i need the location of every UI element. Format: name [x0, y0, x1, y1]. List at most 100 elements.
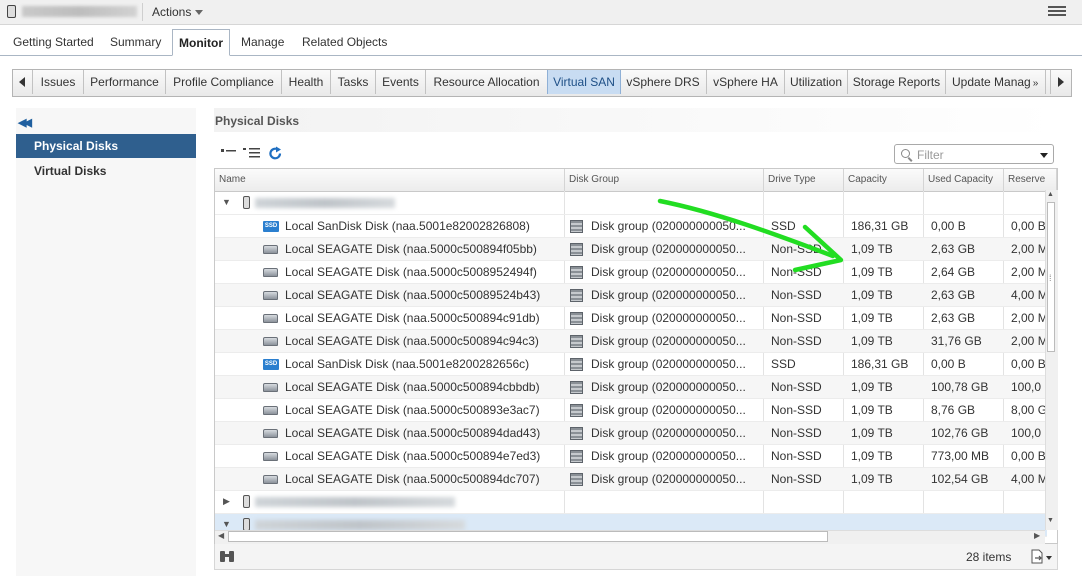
hdd-icon — [263, 406, 278, 415]
tab-virtual-san[interactable]: Virtual SAN — [547, 70, 621, 94]
reserve: 8,00 G — [1011, 403, 1047, 417]
chevron-right-icon — [1058, 77, 1064, 87]
used-capacity: 102,76 GB — [931, 426, 989, 440]
collapse-row-icon[interactable]: ▼ — [222, 519, 231, 529]
used-capacity: 102,54 GB — [931, 472, 989, 486]
table-row[interactable]: Local SEAGATE Disk (naa.5000c500894c91db… — [215, 307, 1047, 330]
disk-name: Local SEAGATE Disk (naa.5000c50089524b43… — [285, 288, 541, 302]
disk-group-icon — [570, 289, 583, 302]
export-icon[interactable] — [1030, 549, 1054, 564]
tab-issues[interactable]: Issues — [33, 70, 84, 94]
horizontal-scrollbar-thumb[interactable] — [228, 531, 828, 542]
reserve: 2,00 M — [1011, 334, 1047, 348]
drive-type: Non-SSD — [771, 380, 822, 394]
tab-tasks[interactable]: Tasks — [331, 70, 376, 94]
reserve: 2,00 M — [1011, 265, 1047, 279]
disk-group: Disk group (020000000050... — [591, 380, 746, 394]
disk-name: Local SanDisk Disk (naa.5001e8200282656c… — [285, 357, 530, 371]
host-group-row[interactable]: ▶ — [215, 491, 1047, 514]
chevron-down-icon[interactable] — [1040, 153, 1048, 158]
scroll-left-button[interactable] — [13, 70, 33, 94]
filter-input[interactable]: Filter — [894, 144, 1054, 164]
disk-group: Disk group (020000000050... — [591, 472, 746, 486]
used-capacity: 8,76 GB — [931, 403, 976, 417]
collapse-panel-icon[interactable]: ◀◀ — [18, 116, 32, 129]
tab-vsphere-drs[interactable]: vSphere DRS — [620, 70, 707, 94]
tab-profile-compliance[interactable]: Profile Compliance — [166, 70, 282, 94]
column-header-reserve[interactable]: Reserve — [1004, 169, 1057, 191]
column-header-drive-type[interactable]: Drive Type — [764, 169, 844, 191]
reserve: 2,00 M — [1011, 242, 1047, 256]
column-header-used-capacity[interactable]: Used Capacity — [924, 169, 1004, 191]
tab-update-manager[interactable]: Update Manag» — [946, 70, 1046, 94]
scroll-right-button[interactable] — [1050, 70, 1070, 94]
expand-all-icon[interactable] — [221, 146, 237, 158]
reserve: 0,00 B — [1011, 219, 1046, 233]
table-row[interactable]: Local SEAGATE Disk (naa.5000c500893e3ac7… — [215, 399, 1047, 422]
scroll-right-icon[interactable]: ▶ — [1034, 531, 1040, 540]
table-row[interactable]: Local SEAGATE Disk (naa.5000c500894c94c3… — [215, 330, 1047, 353]
table-row[interactable]: Local SEAGATE Disk (naa.5000c5008952494f… — [215, 261, 1047, 284]
tab-performance[interactable]: Performance — [84, 70, 166, 94]
expand-row-icon[interactable]: ▶ — [223, 496, 230, 507]
refresh-icon[interactable] — [268, 146, 283, 161]
tab-summary[interactable]: Summary — [104, 30, 167, 54]
capacity: 1,09 TB — [851, 242, 893, 256]
hamburger-menu-icon[interactable] — [1048, 6, 1066, 18]
tab-vsphere-ha[interactable]: vSphere HA — [707, 70, 785, 94]
hdd-icon — [263, 314, 278, 323]
disk-name: Local SEAGATE Disk (naa.5000c500894f05bb… — [285, 242, 537, 256]
capacity: 1,09 TB — [851, 288, 893, 302]
table-row[interactable]: SSD Local SanDisk Disk (naa.5001e8200282… — [215, 353, 1047, 376]
table-row[interactable]: Local SEAGATE Disk (naa.5000c500894dc707… — [215, 468, 1047, 491]
disk-group: Disk group (020000000050... — [591, 334, 746, 348]
tab-resource-allocation[interactable]: Resource Allocation — [426, 70, 548, 94]
table-row[interactable]: Local SEAGATE Disk (naa.5000c500894dad43… — [215, 422, 1047, 445]
tab-related-objects[interactable]: Related Objects — [296, 30, 393, 54]
scroll-up-icon[interactable]: ▲ — [1047, 191, 1054, 198]
tab-manage[interactable]: Manage — [235, 30, 290, 54]
capacity: 186,31 GB — [851, 357, 909, 371]
tab-events[interactable]: Events — [376, 70, 426, 94]
host-name-redacted — [255, 198, 395, 208]
actions-menu-button[interactable]: Actions — [152, 5, 204, 19]
table-row[interactable]: Local SEAGATE Disk (naa.5000c50089524b43… — [215, 284, 1047, 307]
tab-monitor[interactable]: Monitor — [172, 29, 230, 56]
table-row[interactable]: SSD Local SanDisk Disk (naa.5001e8200282… — [215, 215, 1047, 238]
tab-storage-reports[interactable]: Storage Reports — [848, 70, 946, 94]
table-row[interactable]: Local SEAGATE Disk (naa.5000c500894e7ed3… — [215, 445, 1047, 468]
disk-group: Disk group (020000000050... — [591, 311, 746, 325]
resize-handle-icon[interactable]: ⁞ — [1049, 274, 1052, 283]
tab-getting-started[interactable]: Getting Started — [7, 30, 100, 54]
tab-health[interactable]: Health — [282, 70, 331, 94]
hdd-icon — [263, 291, 278, 300]
binoculars-icon[interactable] — [219, 550, 236, 563]
reserve: 0,00 B — [1011, 449, 1046, 463]
column-header-capacity[interactable]: Capacity — [844, 169, 924, 191]
host-group-row[interactable]: ▼ — [215, 192, 1047, 215]
host-icon — [243, 495, 250, 508]
scroll-left-icon[interactable]: ◀ — [218, 531, 224, 540]
table-footer — [214, 544, 1058, 570]
nav-physical-disks[interactable]: Physical Disks — [16, 134, 196, 158]
hdd-icon — [263, 429, 278, 438]
nav-virtual-disks[interactable]: Virtual Disks — [16, 159, 196, 183]
table-row[interactable]: Local SEAGATE Disk (naa.5000c500894cbbdb… — [215, 376, 1047, 399]
disk-group: Disk group (020000000050... — [591, 288, 746, 302]
capacity: 1,09 TB — [851, 265, 893, 279]
disk-group-icon — [570, 381, 583, 394]
table-row[interactable]: Local SEAGATE Disk (naa.5000c500894f05bb… — [215, 238, 1047, 261]
disk-group: Disk group (020000000050... — [591, 449, 746, 463]
physical-disks-table: Name Disk Group Drive Type Capacity Used… — [214, 168, 1058, 544]
drive-type: Non-SSD — [771, 472, 822, 486]
column-header-disk-group[interactable]: Disk Group — [565, 169, 764, 191]
tab-utilization[interactable]: Utilization — [785, 70, 848, 94]
collapse-all-icon[interactable] — [243, 146, 261, 160]
hdd-icon — [263, 475, 278, 484]
scroll-down-icon[interactable]: ▼ — [1047, 517, 1054, 524]
column-header-name[interactable]: Name — [215, 169, 565, 191]
drive-type: Non-SSD — [771, 311, 822, 325]
collapse-row-icon[interactable]: ▼ — [222, 197, 231, 207]
disk-group-icon — [570, 358, 583, 371]
used-capacity: 2,63 GB — [931, 242, 976, 256]
